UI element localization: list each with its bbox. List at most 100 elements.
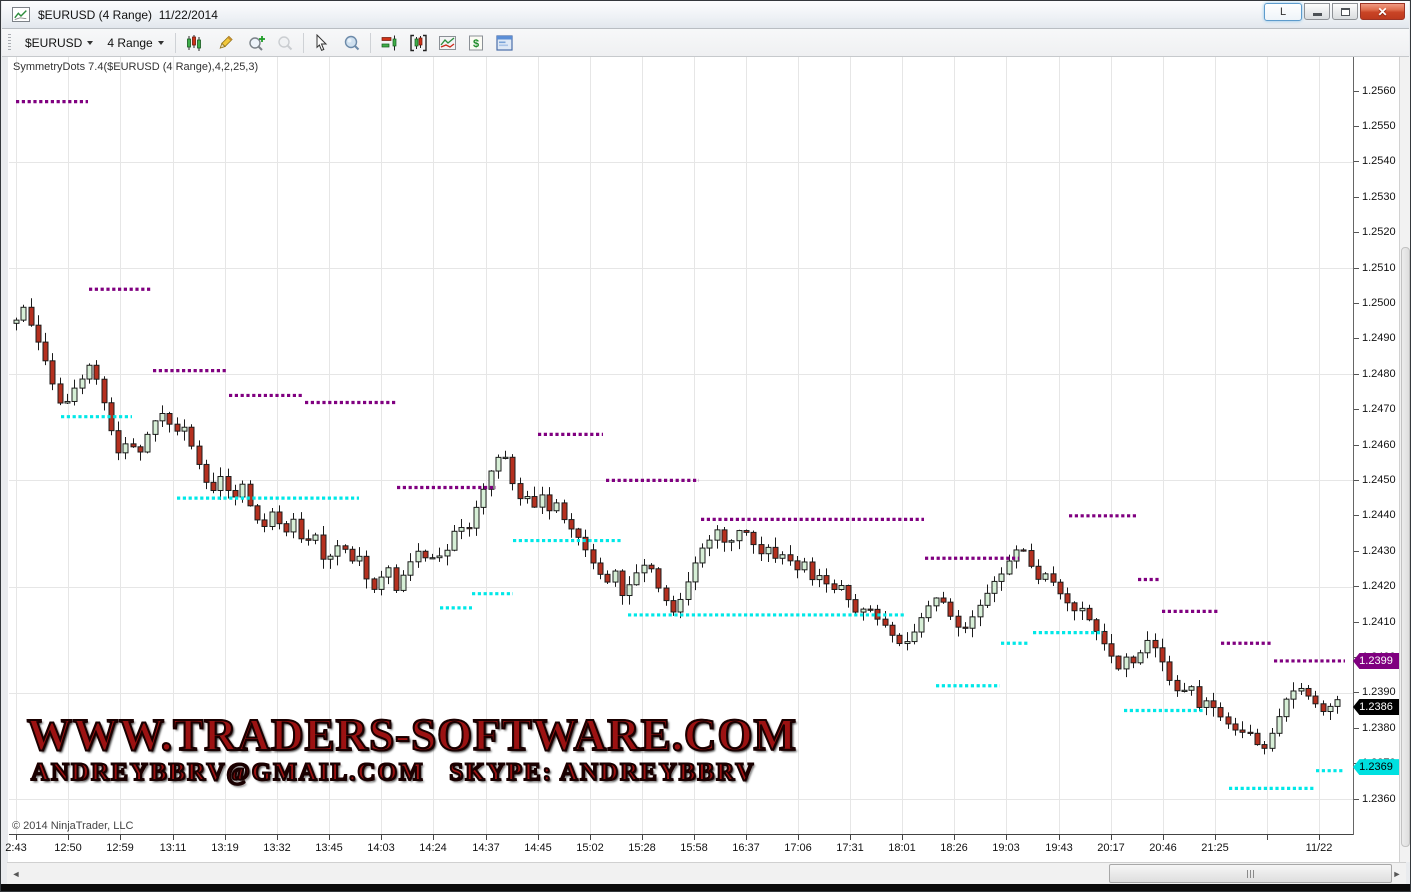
price-marker-1.2369: 1.2369 (1353, 759, 1399, 775)
price-tick (1354, 692, 1359, 693)
instrument-label: $EURUSD (25, 36, 82, 50)
price-label: 1.2390 (1362, 686, 1396, 699)
time-tick (694, 835, 695, 840)
time-label: 11/22 (1306, 842, 1333, 854)
time-label: 13:32 (263, 842, 291, 854)
horizontal-scrollbar[interactable]: ◄ ► (7, 862, 1406, 884)
dollar-icon: $ (467, 34, 485, 52)
time-label: 14:45 (524, 842, 552, 854)
time-label: 19:43 (1045, 842, 1073, 854)
price-label: 1.2460 (1362, 439, 1396, 452)
time-tick (798, 835, 799, 840)
price-axis[interactable]: 1.25601.25501.25401.25301.25201.25101.25… (1354, 57, 1399, 862)
time-label: 15:28 (628, 842, 656, 854)
time-tick (538, 835, 539, 840)
scroll-left-button[interactable]: ◄ (10, 868, 22, 880)
price-label: 1.2450 (1362, 474, 1396, 487)
minimize-button[interactable] (1304, 3, 1330, 20)
data-series-button[interactable] (404, 31, 433, 55)
time-label: 12:59 (106, 842, 134, 854)
indicators-button[interactable] (433, 31, 462, 55)
time-tick (850, 835, 851, 840)
time-tick (329, 835, 330, 840)
time-tick (433, 835, 434, 840)
drawing-tools-button[interactable] (211, 31, 242, 55)
chevron-down-icon (87, 41, 93, 45)
price-label: 1.2510 (1362, 262, 1396, 275)
title-bar[interactable]: $EURUSD (4 Range) 11/22/2014 L ✕ (2, 1, 1409, 29)
crosshair-button[interactable] (337, 31, 366, 55)
toolbar-separator (370, 33, 371, 53)
time-axis[interactable]: 2:4312:5012:5913:1113:1913:3213:4514:031… (8, 835, 1354, 862)
time-label: 14:24 (419, 842, 447, 854)
time-label: 21:25 (1201, 842, 1229, 854)
instrument-selector[interactable]: $EURUSD (18, 33, 100, 53)
time-tick (1059, 835, 1060, 840)
price-tick (1354, 799, 1359, 800)
time-tick (590, 835, 591, 840)
price-label: 1.2380 (1362, 722, 1396, 735)
time-tick (277, 835, 278, 840)
time-label: 17:31 (836, 842, 864, 854)
time-tick (1215, 835, 1216, 840)
time-tick (1267, 835, 1268, 840)
link-button[interactable]: L (1264, 3, 1302, 21)
window-bottom-border (1, 884, 1410, 891)
close-button[interactable]: ✕ (1360, 3, 1405, 20)
maximize-icon (1341, 8, 1350, 16)
interval-selector[interactable]: 4 Range (100, 33, 170, 53)
price-tick (1354, 197, 1359, 198)
chart-style-button[interactable] (180, 31, 211, 55)
cursor-button[interactable] (308, 31, 337, 55)
time-label: 12:50 (54, 842, 82, 854)
price-tick (1354, 338, 1359, 339)
account-button[interactable]: $ (462, 31, 490, 55)
scroll-right-button[interactable]: ► (1391, 868, 1403, 880)
price-label: 1.2360 (1362, 793, 1396, 806)
price-tick (1354, 445, 1359, 446)
interval-label: 4 Range (107, 36, 152, 50)
horizontal-scrollbar-thumb[interactable] (1109, 864, 1392, 883)
time-label: 13:11 (160, 842, 187, 854)
chart-window: $EURUSD (4 Range) 11/22/2014 L ✕ $EURUSD… (0, 0, 1411, 892)
time-tick (16, 835, 17, 840)
zoom-out-button[interactable] (271, 31, 299, 55)
toolbar-separator (175, 33, 176, 53)
maximize-button[interactable] (1332, 3, 1358, 20)
properties-button[interactable] (490, 31, 519, 55)
price-tick (1354, 268, 1359, 269)
price-tick (1354, 409, 1359, 410)
toolbar-separator (303, 33, 304, 53)
time-label: 17:06 (784, 842, 812, 854)
window-title: $EURUSD (4 Range) 11/22/2014 (38, 8, 218, 22)
price-label: 1.2550 (1362, 120, 1396, 133)
price-tick (1354, 161, 1359, 162)
time-tick (381, 835, 382, 840)
price-label: 1.2430 (1362, 545, 1396, 558)
zoom-in-button[interactable] (242, 31, 271, 55)
price-label: 1.2440 (1362, 509, 1396, 522)
toolbar-grip[interactable] (8, 34, 11, 52)
chart-trader-button[interactable] (375, 31, 404, 55)
indicator-label: SymmetryDots 7.4($EURUSD (4 Range),4,2,2… (13, 61, 258, 73)
time-tick (902, 835, 903, 840)
time-label: 14:03 (367, 842, 395, 854)
chevron-down-icon (158, 41, 164, 45)
price-tick (1354, 515, 1359, 516)
price-tick (1354, 232, 1359, 233)
time-tick (225, 835, 226, 840)
price-tick (1354, 728, 1359, 729)
time-label: 16:37 (732, 842, 760, 854)
time-tick (746, 835, 747, 840)
vertical-scrollbar-thumb[interactable] (1401, 247, 1410, 847)
toolbar: $EURUSD 4 Range (2, 29, 1409, 57)
vertical-scrollbar[interactable] (1399, 57, 1411, 862)
price-label: 1.2480 (1362, 368, 1396, 381)
time-label: 15:02 (576, 842, 604, 854)
time-label: 18:26 (940, 842, 968, 854)
chart-plot-area[interactable] (8, 57, 1354, 835)
time-tick (68, 835, 69, 840)
candlestick-icon (185, 34, 203, 52)
bracket-candles-icon (409, 34, 428, 52)
time-label: 14:37 (472, 842, 500, 854)
